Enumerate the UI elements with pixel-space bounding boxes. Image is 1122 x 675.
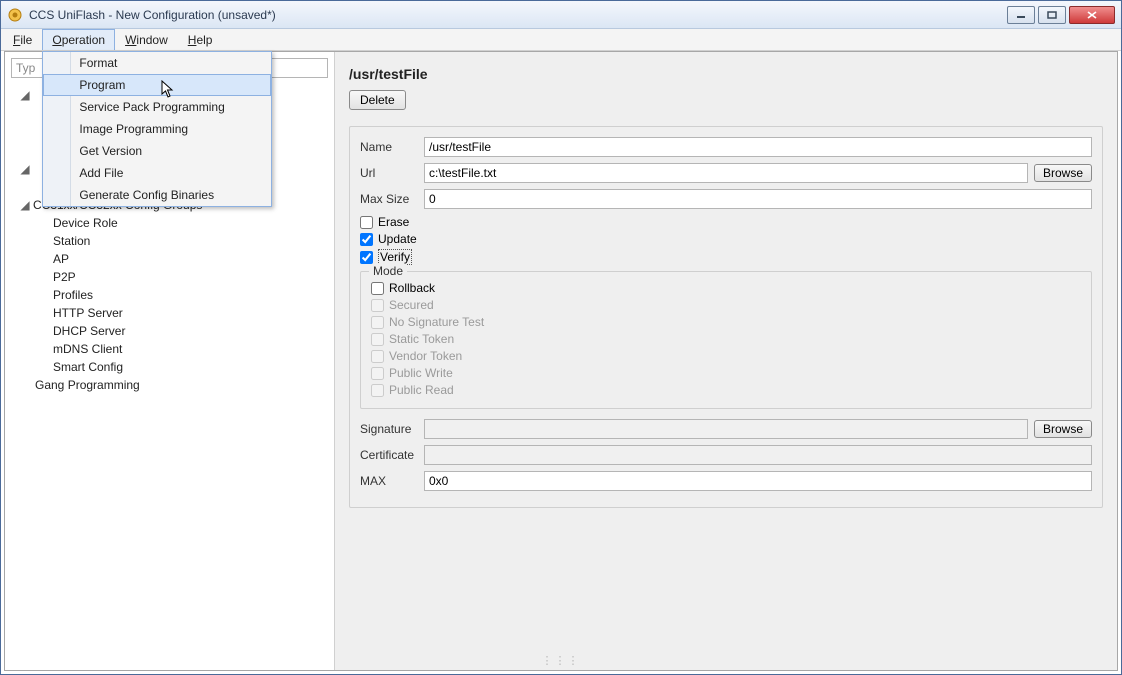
public-write-label: Public Write bbox=[389, 366, 453, 380]
update-checkbox[interactable] bbox=[360, 233, 373, 246]
tree-node-p2p[interactable]: P2P bbox=[11, 268, 328, 286]
expand-arrow-icon[interactable]: ◢ bbox=[19, 162, 31, 176]
verify-checkbox[interactable] bbox=[360, 251, 373, 264]
secured-row: Secured bbox=[371, 298, 1081, 312]
window-title: CCS UniFlash - New Configuration (unsave… bbox=[29, 8, 1007, 22]
vendor-token-label: Vendor Token bbox=[389, 349, 462, 363]
nosig-label: No Signature Test bbox=[389, 315, 484, 329]
public-read-row: Public Read bbox=[371, 383, 1081, 397]
static-token-row: Static Token bbox=[371, 332, 1081, 346]
erase-checkbox[interactable] bbox=[360, 216, 373, 229]
menu-format[interactable]: Format bbox=[43, 52, 271, 74]
rollback-label: Rollback bbox=[389, 281, 435, 295]
resize-grip-icon[interactable]: ⋮⋮⋮ bbox=[542, 654, 581, 667]
erase-label: Erase bbox=[378, 215, 409, 229]
max-hex-field[interactable] bbox=[424, 471, 1092, 491]
menu-get-version[interactable]: Get Version bbox=[43, 140, 271, 162]
mode-legend: Mode bbox=[369, 264, 407, 278]
url-field[interactable] bbox=[424, 163, 1028, 183]
window-controls bbox=[1007, 6, 1115, 24]
tree-node-dhcp-server[interactable]: DHCP Server bbox=[11, 322, 328, 340]
static-token-label: Static Token bbox=[389, 332, 454, 346]
verify-row: Verify bbox=[360, 249, 1092, 265]
url-browse-button[interactable]: Browse bbox=[1034, 164, 1092, 182]
signature-label: Signature bbox=[360, 422, 424, 436]
app-icon bbox=[7, 7, 23, 23]
right-pane: /usr/testFile Delete Name Url Browse Max… bbox=[335, 52, 1117, 670]
operation-dropdown: Format Program Service Pack Programming … bbox=[42, 51, 272, 207]
maxsize-field[interactable] bbox=[424, 189, 1092, 209]
update-label: Update bbox=[378, 232, 417, 246]
signature-browse-button[interactable]: Browse bbox=[1034, 420, 1092, 438]
name-label: Name bbox=[360, 140, 424, 154]
nosig-checkbox bbox=[371, 316, 384, 329]
file-form-panel: Name Url Browse Max Size Erase bbox=[349, 126, 1103, 508]
titlebar: CCS UniFlash - New Configuration (unsave… bbox=[1, 1, 1121, 29]
expand-arrow-icon[interactable]: ◢ bbox=[19, 88, 31, 102]
name-field[interactable] bbox=[424, 137, 1092, 157]
tree-node-device-role[interactable]: Device Role bbox=[11, 214, 328, 232]
public-read-label: Public Read bbox=[389, 383, 454, 397]
nosig-row: No Signature Test bbox=[371, 315, 1081, 329]
tree-node-ap[interactable]: AP bbox=[11, 250, 328, 268]
page-title: /usr/testFile bbox=[349, 66, 1103, 82]
menu-add-file[interactable]: Add File bbox=[43, 162, 271, 184]
vendor-token-checkbox bbox=[371, 350, 384, 363]
menu-service-pack[interactable]: Service Pack Programming bbox=[43, 96, 271, 118]
tree-node-smart-config[interactable]: Smart Config bbox=[11, 358, 328, 376]
verify-label: Verify bbox=[378, 249, 412, 265]
signature-field bbox=[424, 419, 1028, 439]
mode-group: Mode Rollback Secured No Signature Test bbox=[360, 271, 1092, 409]
rollback-checkbox[interactable] bbox=[371, 282, 384, 295]
delete-button[interactable]: Delete bbox=[349, 90, 406, 110]
public-write-row: Public Write bbox=[371, 366, 1081, 380]
close-button[interactable] bbox=[1069, 6, 1115, 24]
minimize-button[interactable] bbox=[1007, 6, 1035, 24]
certificate-field bbox=[424, 445, 1092, 465]
menu-help[interactable]: Help bbox=[178, 29, 223, 50]
update-row: Update bbox=[360, 232, 1092, 246]
menu-generate-config[interactable]: Generate Config Binaries bbox=[43, 184, 271, 206]
maxsize-label: Max Size bbox=[360, 192, 424, 206]
tree-node-http-server[interactable]: HTTP Server bbox=[11, 304, 328, 322]
menubar: File Operation Format Program Service Pa… bbox=[1, 29, 1121, 51]
tree-node-station[interactable]: Station bbox=[11, 232, 328, 250]
maximize-button[interactable] bbox=[1038, 6, 1066, 24]
url-label: Url bbox=[360, 166, 424, 180]
menu-file[interactable]: File bbox=[3, 29, 42, 50]
vendor-token-row: Vendor Token bbox=[371, 349, 1081, 363]
secured-checkbox bbox=[371, 299, 384, 312]
expand-arrow-icon[interactable]: ◢ bbox=[19, 198, 31, 212]
public-write-checkbox bbox=[371, 367, 384, 380]
app-window: CCS UniFlash - New Configuration (unsave… bbox=[0, 0, 1122, 675]
rollback-row: Rollback bbox=[371, 281, 1081, 295]
public-read-checkbox bbox=[371, 384, 384, 397]
max-hex-label: MAX bbox=[360, 474, 424, 488]
static-token-checkbox bbox=[371, 333, 384, 346]
menu-image-programming[interactable]: Image Programming bbox=[43, 118, 271, 140]
certificate-label: Certificate bbox=[360, 448, 424, 462]
menu-operation[interactable]: Operation Format Program Service Pack Pr… bbox=[42, 29, 115, 50]
tree-node-mdns-client[interactable]: mDNS Client bbox=[11, 340, 328, 358]
tree-node-gang-programming[interactable]: Gang Programming bbox=[11, 376, 328, 394]
menu-program[interactable]: Program bbox=[43, 74, 271, 96]
secured-label: Secured bbox=[389, 298, 434, 312]
menu-window[interactable]: Window bbox=[115, 29, 178, 50]
erase-row: Erase bbox=[360, 215, 1092, 229]
tree-node-profiles[interactable]: Profiles bbox=[11, 286, 328, 304]
